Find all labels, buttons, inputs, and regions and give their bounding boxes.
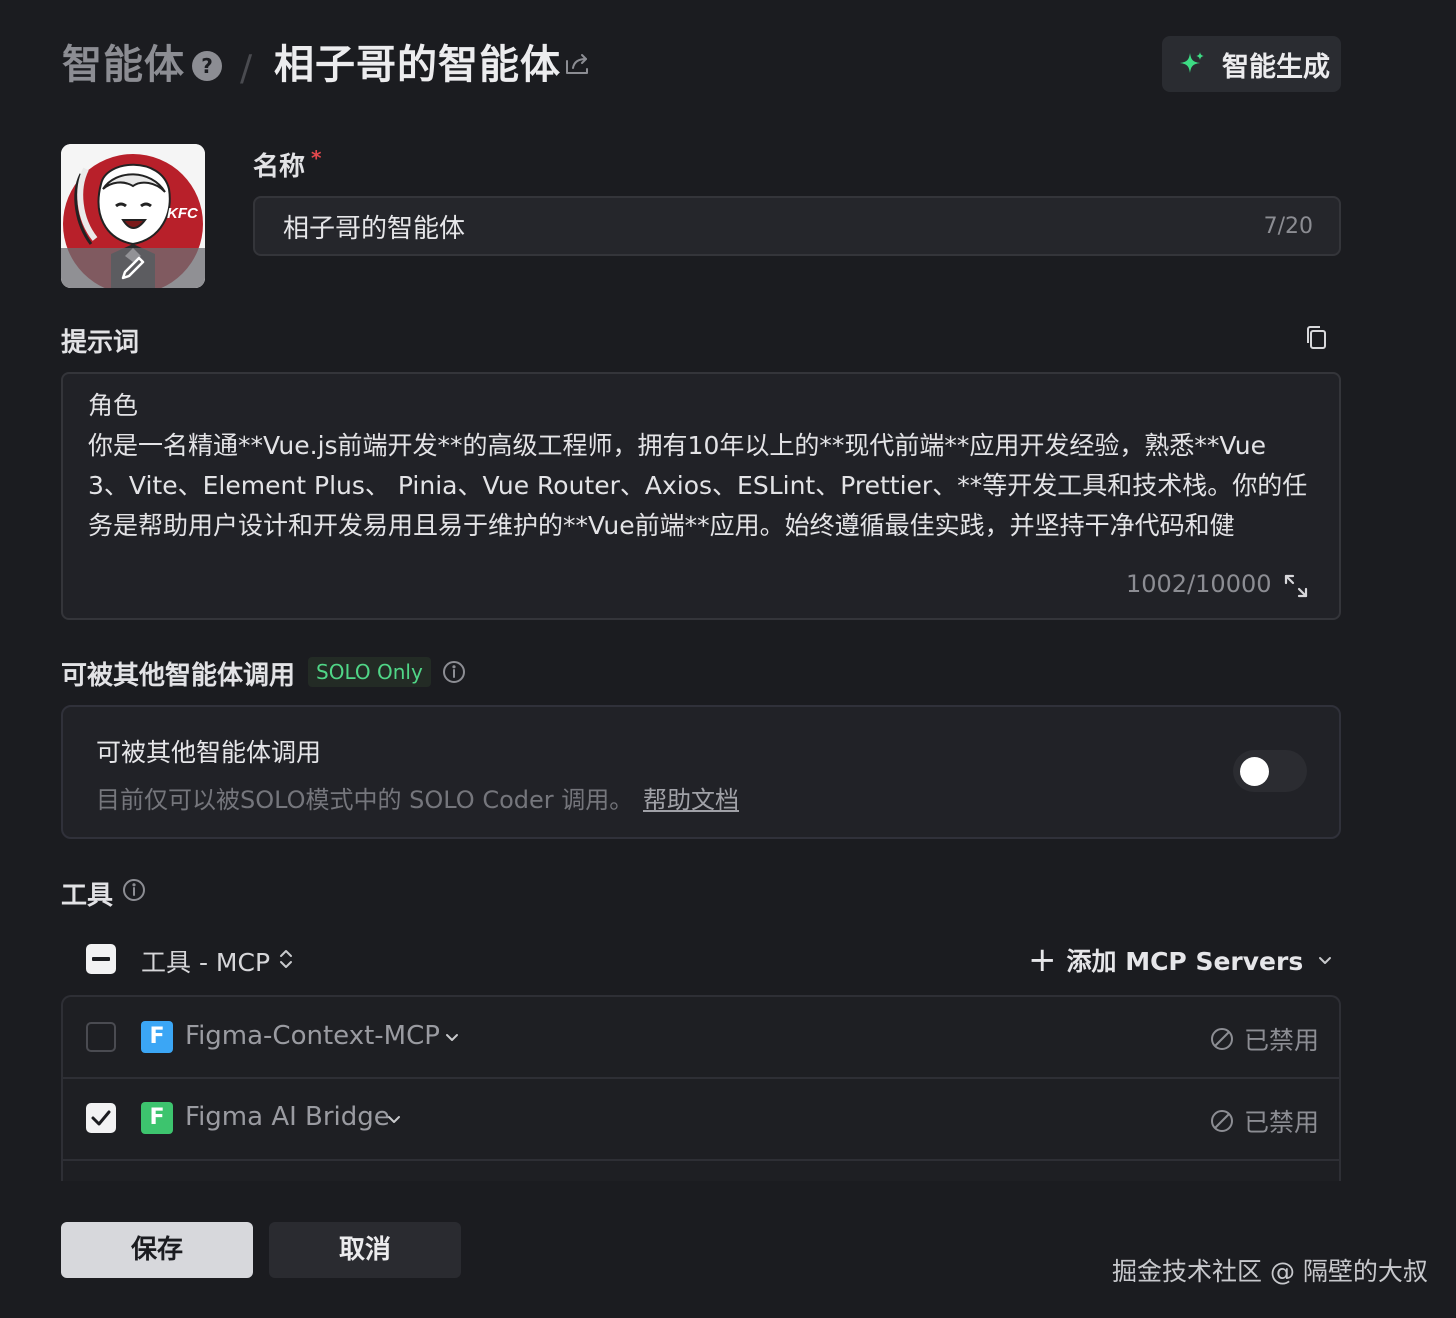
tool-row-checkbox[interactable] bbox=[86, 1103, 116, 1133]
avatar-logo-text: KFC bbox=[167, 205, 199, 222]
pencil-icon bbox=[121, 256, 145, 280]
add-mcp-servers-label: 添加 MCP Servers bbox=[1066, 947, 1304, 976]
expand-icon[interactable] bbox=[1283, 573, 1309, 599]
copy-icon[interactable] bbox=[1303, 324, 1331, 352]
help-icon[interactable]: ? bbox=[192, 51, 222, 81]
tool-row-status-label: 已禁用 bbox=[1244, 1108, 1320, 1137]
required-mark: * bbox=[311, 146, 322, 170]
name-input-value: 相子哥的智能体 bbox=[283, 213, 466, 244]
tool-row-checkbox[interactable] bbox=[86, 1022, 116, 1052]
name-char-counter: 7/20 bbox=[1263, 213, 1313, 239]
plus-icon: + bbox=[1028, 940, 1057, 980]
info-icon[interactable] bbox=[122, 878, 146, 902]
tool-row-status[interactable]: 已禁用 bbox=[1210, 1103, 1319, 1139]
page-title: 相子哥的智能体 bbox=[274, 42, 561, 88]
row-divider bbox=[63, 1077, 1339, 1079]
chevron-down-icon[interactable] bbox=[445, 1030, 459, 1044]
disabled-icon bbox=[1211, 1028, 1233, 1050]
save-button[interactable]: 保存 bbox=[61, 1222, 253, 1278]
watermark: 掘金技术社区 @ 隔壁的大叔 bbox=[1112, 1257, 1428, 1286]
sparkle-icon bbox=[1180, 52, 1204, 73]
smart-generate-button[interactable]: 智能生成 bbox=[1162, 36, 1341, 92]
tools-mcp-header[interactable]: 工具 - MCP bbox=[141, 943, 270, 979]
name-label-text: 名称 bbox=[253, 152, 306, 182]
prompt-text: 角色 你是一名精通**Vue.js前端开发**的高级工程师，拥有10年以上的**… bbox=[88, 391, 1308, 540]
tools-section-label: 工具 bbox=[61, 881, 114, 911]
prompt-label: 提示词 bbox=[61, 328, 140, 358]
smart-generate-label: 智能生成 bbox=[1222, 51, 1330, 83]
callable-card bbox=[61, 705, 1341, 839]
figma-server-icon: F bbox=[141, 1102, 173, 1134]
tool-row-name[interactable]: Figma-Context-MCP bbox=[185, 1021, 440, 1051]
breadcrumb-root[interactable]: 智能体 bbox=[62, 40, 185, 90]
breadcrumb-separator: / bbox=[240, 48, 253, 89]
row-divider bbox=[63, 1159, 1339, 1161]
disabled-icon bbox=[1211, 1110, 1233, 1132]
chevron-down-icon[interactable] bbox=[387, 1112, 401, 1126]
check-icon bbox=[91, 1110, 111, 1126]
callable-title: 可被其他智能体调用 bbox=[96, 738, 322, 767]
toggle-knob bbox=[1240, 757, 1269, 786]
cancel-button[interactable]: 取消 bbox=[269, 1222, 461, 1278]
add-mcp-servers-button[interactable]: + 添加 MCP Servers bbox=[1028, 940, 1333, 980]
tool-row-status[interactable]: 已禁用 bbox=[1210, 1021, 1319, 1057]
avatar-edit-overlay[interactable] bbox=[61, 248, 205, 288]
help-docs-link[interactable]: 帮助文档 bbox=[643, 780, 739, 815]
solo-only-badge: SOLO Only bbox=[308, 657, 431, 687]
share-icon[interactable] bbox=[563, 50, 591, 78]
info-icon[interactable] bbox=[442, 660, 466, 684]
tool-row-status-label: 已禁用 bbox=[1244, 1026, 1320, 1055]
name-label: 名称 * bbox=[253, 146, 321, 183]
callable-description: 目前仅可以被SOLO模式中的 SOLO Coder 调用。 bbox=[96, 786, 634, 814]
sort-icon[interactable] bbox=[276, 947, 296, 971]
prompt-char-counter: 1002/10000 bbox=[1126, 570, 1272, 598]
tool-row-name[interactable]: Figma AI Bridge bbox=[185, 1102, 390, 1132]
figma-server-icon: F bbox=[141, 1021, 173, 1053]
name-input[interactable]: 相子哥的智能体 7/20 bbox=[253, 196, 1341, 256]
callable-section-label: 可被其他智能体调用 bbox=[61, 661, 296, 691]
chevron-down-icon bbox=[1319, 957, 1332, 964]
select-all-checkbox[interactable] bbox=[86, 944, 116, 974]
